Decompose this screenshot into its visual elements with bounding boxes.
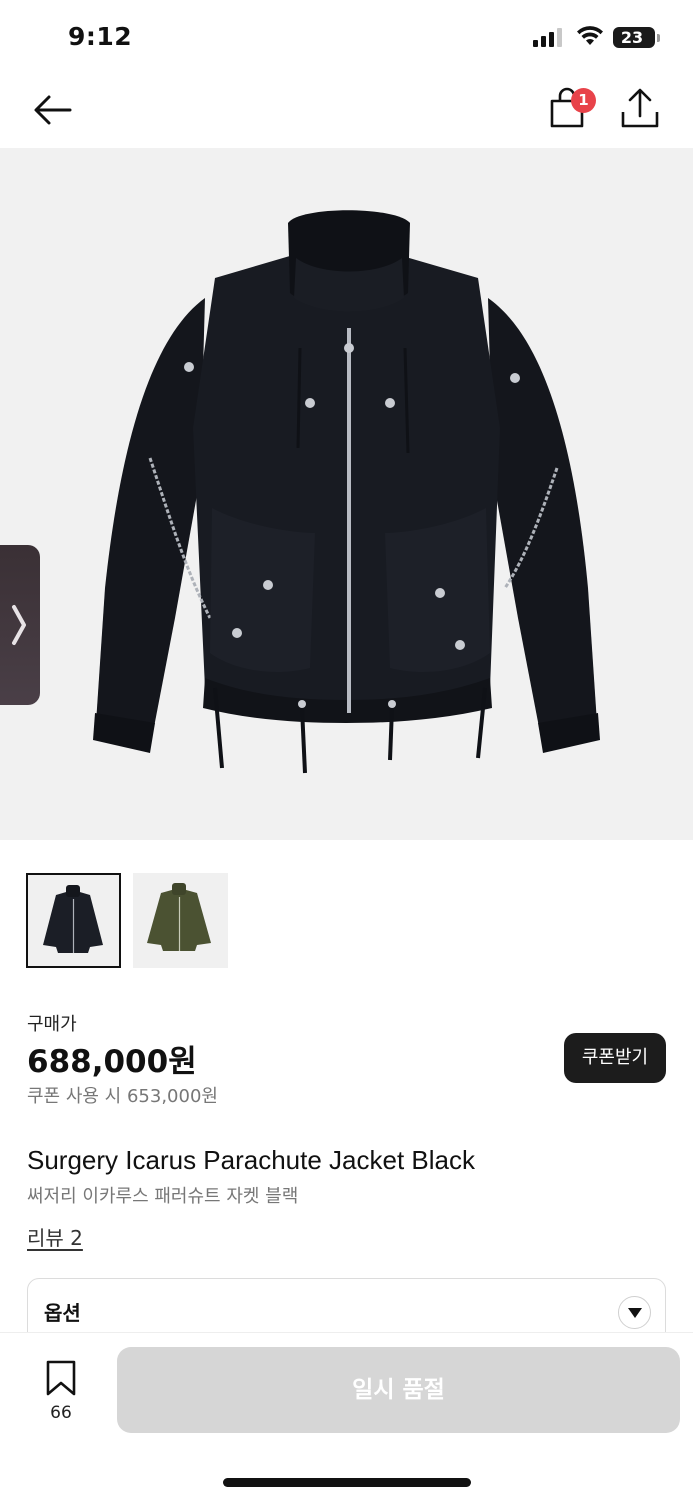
- thumbnail-black[interactable]: [26, 873, 121, 968]
- bookmark-icon: [46, 1360, 76, 1396]
- battery-icon: 23: [613, 27, 655, 48]
- side-drawer-handle[interactable]: [0, 545, 40, 705]
- bookmark-count: 66: [50, 1403, 72, 1423]
- product-name: Surgery Icarus Parachute Jacket Black: [27, 1145, 475, 1175]
- battery-level: 23: [620, 28, 644, 47]
- product-image[interactable]: [0, 148, 693, 840]
- cart-badge: 1: [571, 88, 596, 113]
- option-label: 옵션: [44, 1301, 81, 1325]
- wifi-icon: [577, 26, 603, 45]
- back-arrow-icon[interactable]: [30, 88, 74, 132]
- status-bar: 9:12 23: [0, 0, 693, 72]
- thumbnail-black-image: [43, 885, 103, 953]
- share-icon[interactable]: [618, 86, 662, 132]
- thumbnail-olive[interactable]: [133, 873, 228, 968]
- bookmark-button[interactable]: 66: [40, 1359, 82, 1429]
- get-coupon-button[interactable]: 쿠폰받기: [564, 1033, 666, 1083]
- bottom-action-bar: 66 일시 품절: [0, 1332, 693, 1500]
- jacket-image: [93, 210, 600, 774]
- option-dropdown-button[interactable]: [618, 1296, 651, 1329]
- coupon-price: 쿠폰 사용 시 653,000원: [27, 1086, 218, 1107]
- battery-nub: [657, 34, 660, 42]
- status-time: 9:12: [68, 22, 133, 51]
- thumbnail-olive-image: [147, 883, 211, 951]
- home-indicator: [223, 1478, 471, 1487]
- chevron-down-icon: [628, 1308, 642, 1318]
- soldout-button[interactable]: 일시 품절: [117, 1347, 680, 1433]
- signal-icon: [533, 28, 562, 47]
- price-label: 구매가: [27, 1014, 77, 1035]
- chevron-right-icon: [12, 605, 26, 645]
- product-name-korean: 써저리 이카루스 패러슈트 자켓 블랙: [27, 1186, 299, 1207]
- review-link[interactable]: 리뷰 2: [27, 1222, 83, 1251]
- price: 688,000원: [27, 1044, 197, 1080]
